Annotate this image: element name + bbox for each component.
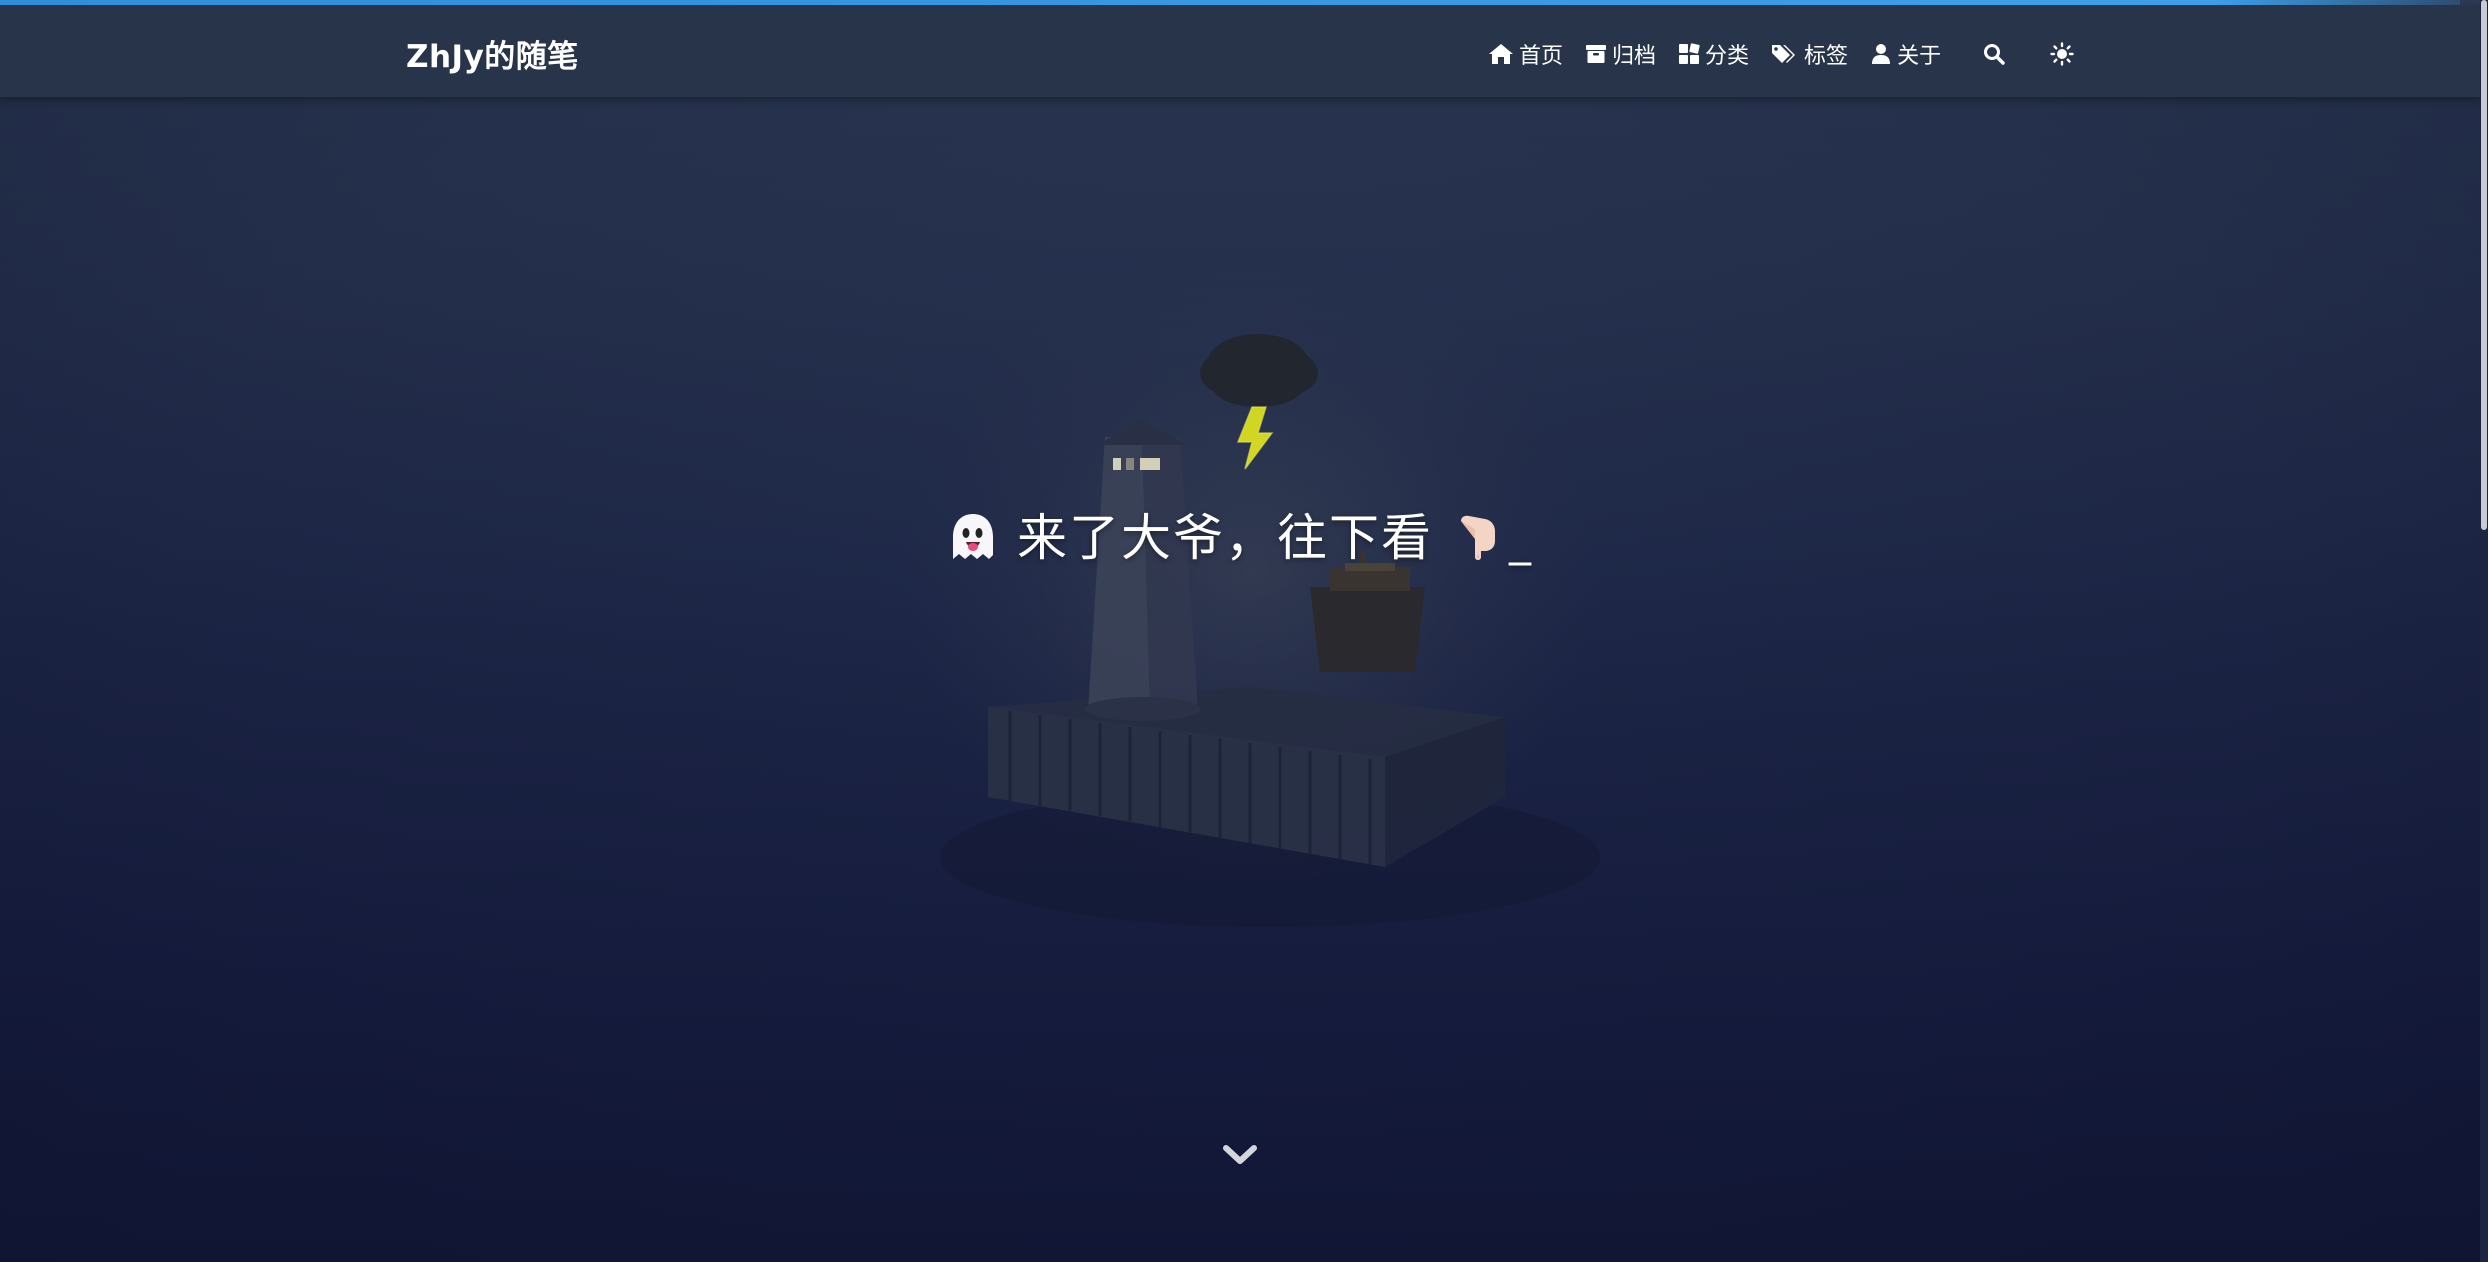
archive-icon [1586,45,1607,63]
nav-item-tags[interactable]: 标签 [1771,38,1848,70]
ghost-icon [953,514,993,559]
nav-item-about[interactable]: 关于 [1870,38,1941,70]
tags-icon [1772,45,1796,63]
page: ZhJy的随笔 首页 归档 分类 标签 关于 来了大爷，往下看 _ [0,0,2488,1262]
typing-cursor: _ [1509,515,1533,566]
pointing-down-icon [1461,515,1495,560]
nav-item-archive[interactable]: 归档 [1585,38,1656,70]
chevron-down-icon [1223,1145,1257,1164]
scene-fog-overlay [0,97,2480,1262]
page-scrollbar[interactable] [2480,0,2488,1262]
nav-item-label: 归档 [1612,44,1657,69]
nav-item-categories[interactable]: 分类 [1678,38,1749,70]
user-icon [1872,44,1891,64]
nav-item-label: 首页 [1519,44,1564,69]
scrollbar-thumb[interactable] [2481,0,2487,530]
category-icon [1679,43,1700,64]
nav-menu: 首页 归档 分类 标签 关于 [1488,34,2099,74]
sun-icon [2050,42,2074,66]
nav-item-label: 关于 [1897,44,1942,69]
search-icon [1984,44,2005,65]
home-icon [1489,44,1513,64]
search-button[interactable] [1977,37,2011,71]
scroll-down-button[interactable] [1222,1140,1258,1170]
reading-progress-bar [0,0,2460,5]
hero-text: 来了大爷，往下看 [1017,509,1433,567]
navbar: ZhJy的随笔 首页 归档 分类 标签 关于 [0,5,2480,97]
hero-subtitle: 来了大爷，往下看 _ [0,498,2480,570]
theme-toggle-button[interactable] [2045,37,2079,71]
nav-item-label: 标签 [1804,44,1849,69]
hero-scene [0,97,2480,1262]
site-brand[interactable]: ZhJy的随笔 [406,31,579,76]
nav-item-home[interactable]: 首页 [1488,38,1563,70]
nav-item-label: 分类 [1705,44,1750,69]
